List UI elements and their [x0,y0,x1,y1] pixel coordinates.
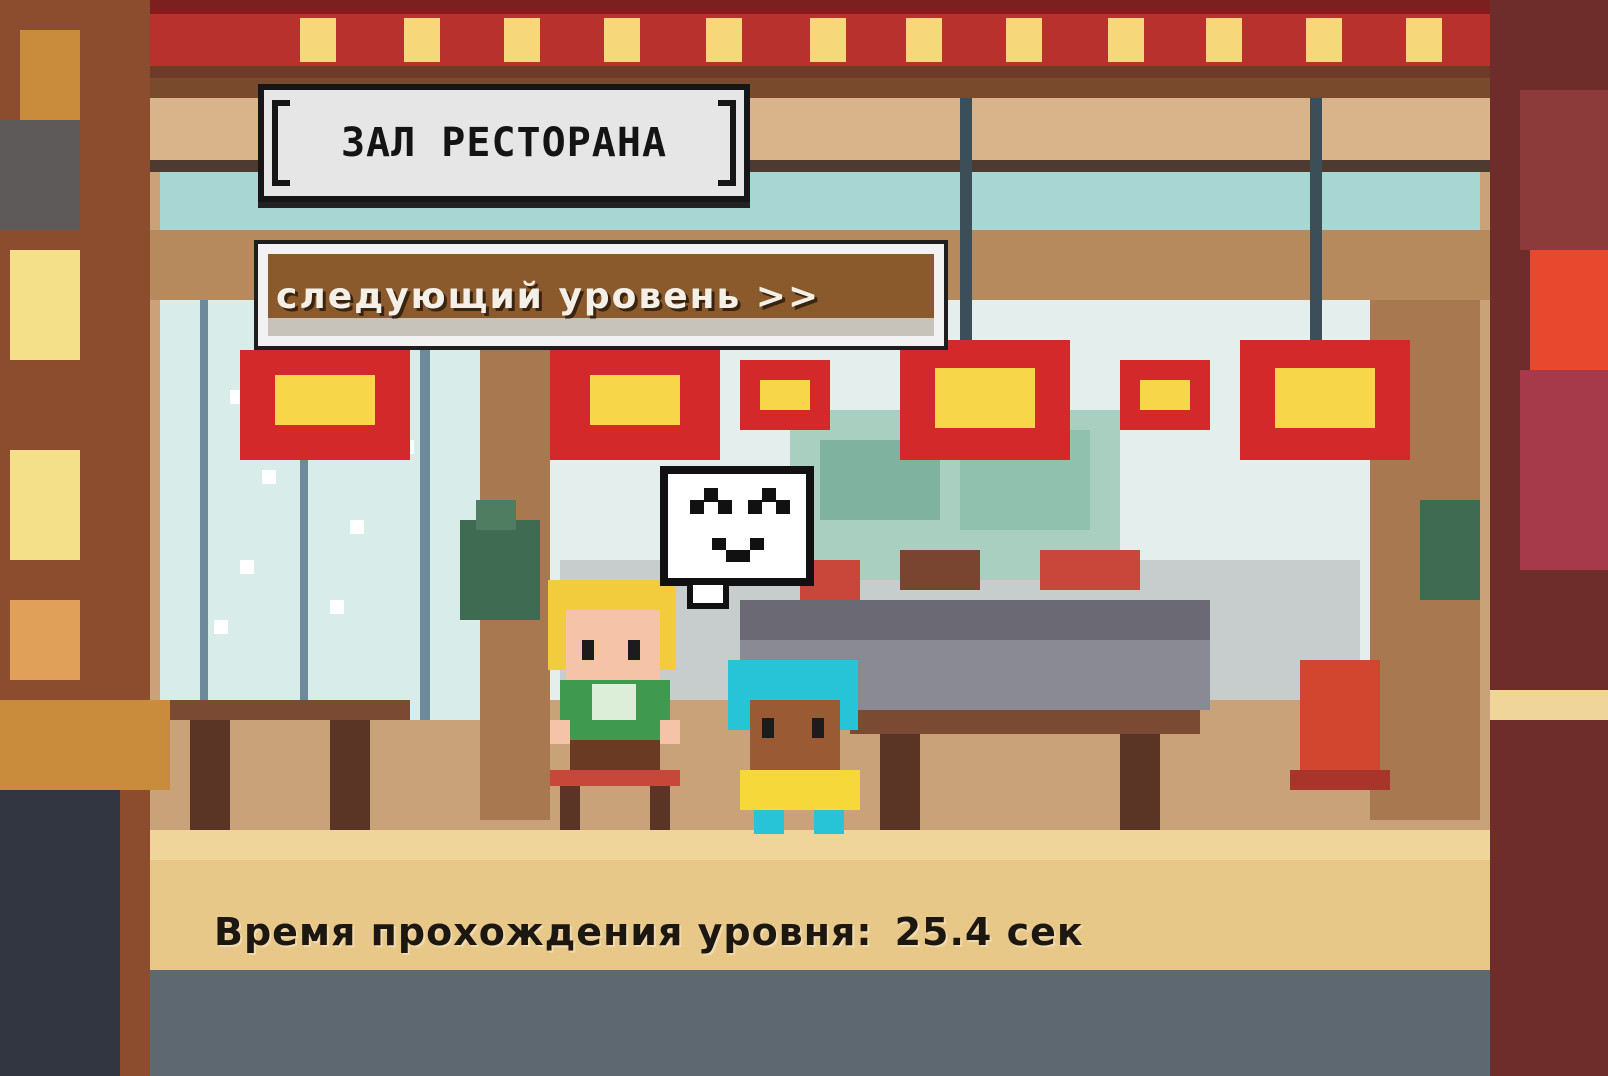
next-level-button[interactable]: следующий уровень >> [254,240,948,350]
potted-plant-right [1420,500,1480,600]
next-level-label: следующий уровень >> [276,276,821,317]
level-title: ЗАЛ РЕСТОРАНА [340,120,668,166]
level-time-label: Время прохождения уровня: [214,910,873,954]
left-wall-pillar [0,0,170,1076]
level-time-readout: Время прохождения уровня: 25.4 сек [214,910,1084,954]
lower-floor [150,970,1490,1076]
awning-banner [150,0,1490,78]
level-title-plaque: ЗАЛ РЕСТОРАНА [258,84,750,202]
speech-bubble [660,466,814,609]
right-wall-pillar [1490,0,1608,1076]
game-screen: ЗАЛ РЕСТОРАНА следующий уровень >> Время… [0,0,1608,1076]
floor-edge [150,830,1490,860]
level-time-value: 25.4 сек [894,910,1084,954]
